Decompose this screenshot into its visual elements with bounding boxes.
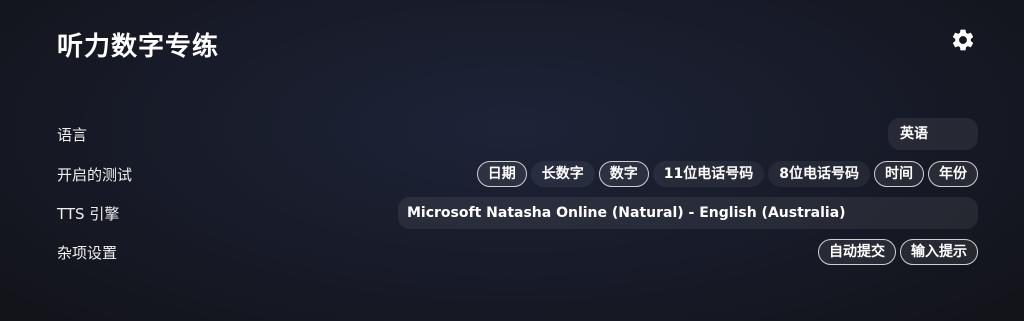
tts-row: TTS 引擎 Microsoft Natasha Online (Natural… — [57, 197, 978, 229]
tts-engine-select[interactable]: Microsoft Natasha Online (Natural) - Eng… — [398, 197, 978, 229]
page-title: 听力数字专练 — [57, 32, 220, 62]
tests-row: 开启的测试 日期 长数字 数字 11位电话号码 8位电话号码 时间 年份 — [57, 160, 978, 188]
tts-label: TTS 引擎 — [57, 204, 120, 223]
tests-options: 日期 长数字 数字 11位电话号码 8位电话号码 时间 年份 — [476, 161, 978, 187]
misc-option-input-hint[interactable]: 输入提示 — [900, 239, 978, 265]
language-label: 语言 — [57, 125, 88, 144]
misc-option-auto-submit[interactable]: 自动提交 — [818, 239, 896, 265]
language-select[interactable]: 英语 — [888, 118, 978, 150]
gear-icon[interactable] — [950, 27, 976, 53]
misc-row: 杂项设置 自动提交 输入提示 — [57, 238, 978, 266]
test-option-11-digit-phone[interactable]: 11位电话号码 — [652, 161, 765, 187]
language-row: 语言 英语 — [57, 118, 978, 150]
test-option-number[interactable]: 数字 — [598, 161, 649, 187]
misc-options: 自动提交 输入提示 — [818, 239, 978, 265]
test-option-date[interactable]: 日期 — [476, 161, 527, 187]
test-option-time[interactable]: 时间 — [874, 161, 924, 187]
tests-label: 开启的测试 — [57, 165, 133, 184]
test-option-8-digit-phone[interactable]: 8位电话号码 — [768, 161, 870, 187]
misc-label: 杂项设置 — [57, 243, 118, 262]
test-option-year[interactable]: 年份 — [928, 161, 978, 187]
test-option-long-number[interactable]: 长数字 — [530, 161, 595, 187]
